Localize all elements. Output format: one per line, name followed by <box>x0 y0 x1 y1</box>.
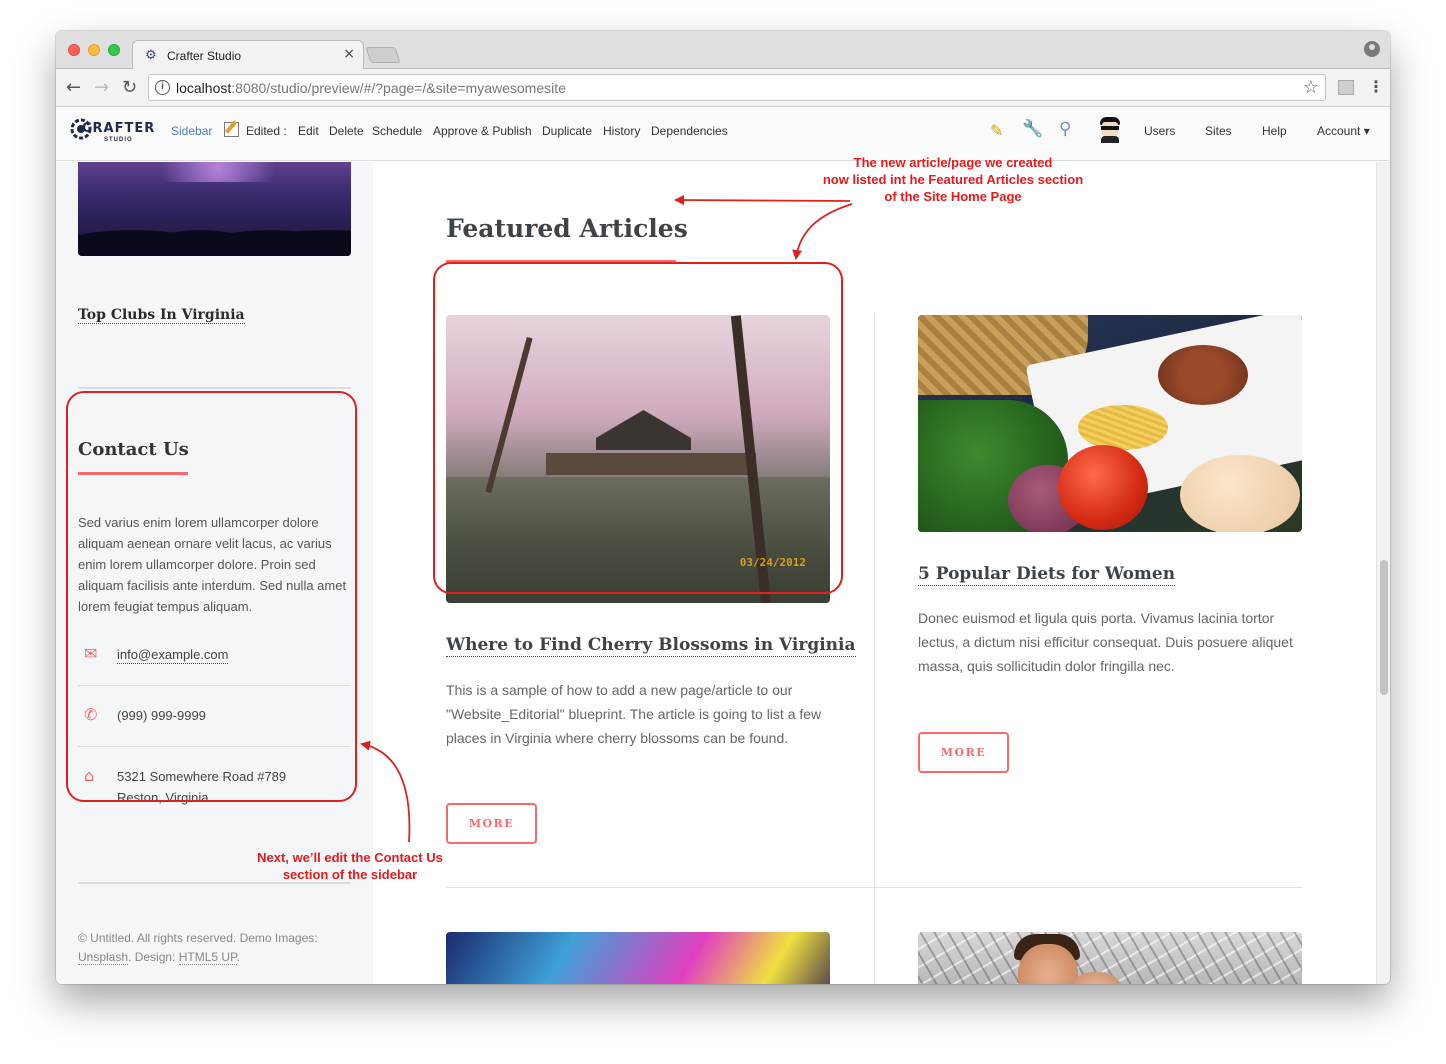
contact-us-highlight <box>66 391 357 802</box>
crafter-favicon-icon: ⚙ <box>145 48 157 63</box>
more-button[interactable]: MORE <box>446 803 537 844</box>
couple-snow-image[interactable] <box>918 932 1302 984</box>
tab-bar: ⚙ Crafter Studio × <box>56 31 1390 70</box>
help-link[interactable]: Help <box>1262 124 1287 138</box>
new-article-highlight <box>433 262 843 594</box>
address-bar: ← → ↻ i localhost:8080/studio/preview/#/… <box>56 69 1390 107</box>
column-divider <box>874 315 875 984</box>
article-title[interactable]: Where to Find Cherry Blossoms in Virgini… <box>446 634 856 657</box>
delete-link[interactable]: Delete <box>329 124 364 138</box>
more-button[interactable]: MORE <box>918 732 1009 773</box>
food-image[interactable] <box>918 315 1302 532</box>
new-tab-button[interactable] <box>365 47 401 63</box>
search-icon[interactable]: ⚲ <box>1059 119 1071 139</box>
logo-text: CRAFTER <box>82 121 156 136</box>
logo-subtext: STUDIO <box>104 137 133 143</box>
unsplash-link[interactable]: Unsplash <box>78 950 129 965</box>
featured-articles-title: Featured Articles <box>446 214 688 243</box>
reload-icon[interactable]: ↻ <box>122 77 137 98</box>
row-divider <box>446 887 1302 888</box>
history-link[interactable]: History <box>603 124 640 138</box>
edited-label: Edited : <box>246 124 287 138</box>
tab-close-icon[interactable]: × <box>343 46 355 62</box>
info-icon[interactable]: i <box>155 80 170 95</box>
studio-toolbar: CRAFTER STUDIO Sidebar Edited : Edit Del… <box>56 107 1390 161</box>
back-arrow-icon[interactable]: ← <box>66 77 81 98</box>
profile-icon[interactable] <box>1364 41 1380 57</box>
schedule-link[interactable]: Schedule <box>372 124 422 138</box>
bookmark-star-icon[interactable]: ☆ <box>1303 77 1319 98</box>
sidebar-divider <box>78 387 351 389</box>
browser-menu-icon[interactable]: ⋮ <box>1368 77 1384 96</box>
browser-tab[interactable]: ⚙ Crafter Studio × <box>132 40 364 70</box>
url-text[interactable]: localhost:8080/studio/preview/#/?page=/&… <box>176 80 566 96</box>
page-scrollbar[interactable] <box>1376 162 1390 984</box>
edit-link[interactable]: Edit <box>298 124 319 138</box>
article-body: Donec euismod et ligula quis porta. Viva… <box>918 610 1293 674</box>
url-field[interactable]: i localhost:8080/studio/preview/#/?page=… <box>148 74 1326 101</box>
html5up-link[interactable]: HTML5 UP <box>178 950 237 965</box>
maximize-window-button[interactable] <box>108 44 120 56</box>
sidebar-toggle[interactable]: Sidebar <box>171 124 212 138</box>
club-article-title[interactable]: Top Clubs In Virginia <box>78 307 245 324</box>
annotation-bottom-text: Next, we’ll edit the Contact Us section … <box>257 850 443 882</box>
dependencies-link[interactable]: Dependencies <box>651 124 728 138</box>
edited-note-icon <box>224 122 239 137</box>
article-body: This is a sample of how to add a new pag… <box>446 682 822 746</box>
tab-title: Crafter Studio <box>167 49 242 63</box>
annotation-top-text: The new article/page we created now list… <box>822 155 1084 204</box>
pencil-icon[interactable]: ✎ <box>990 121 1003 140</box>
account-menu[interactable]: Account ▾ <box>1317 124 1370 138</box>
extension-icon[interactable] <box>1338 80 1354 95</box>
scrollbar-thumb[interactable] <box>1380 560 1388 695</box>
users-link[interactable]: Users <box>1144 124 1175 138</box>
approve-publish-link[interactable]: Approve & Publish <box>433 124 532 138</box>
duplicate-link[interactable]: Duplicate <box>542 124 592 138</box>
concert-image[interactable] <box>446 932 830 984</box>
copyright-text: © Untitled. All rights reserved. Demo Im… <box>78 931 318 965</box>
sites-link[interactable]: Sites <box>1205 124 1232 138</box>
forward-arrow-icon[interactable]: → <box>94 77 109 98</box>
article-title[interactable]: 5 Popular Diets for Women <box>918 563 1176 586</box>
minimize-window-button[interactable] <box>88 44 100 56</box>
annotation-top: The new article/page we created now list… <box>800 154 1106 205</box>
user-avatar[interactable] <box>1099 117 1121 143</box>
club-image[interactable] <box>78 162 351 256</box>
wrench-icon[interactable]: 🔧 <box>1022 119 1043 139</box>
annotation-bottom: Next, we’ll edit the Contact Us section … <box>240 849 460 883</box>
close-window-button[interactable] <box>68 44 80 56</box>
